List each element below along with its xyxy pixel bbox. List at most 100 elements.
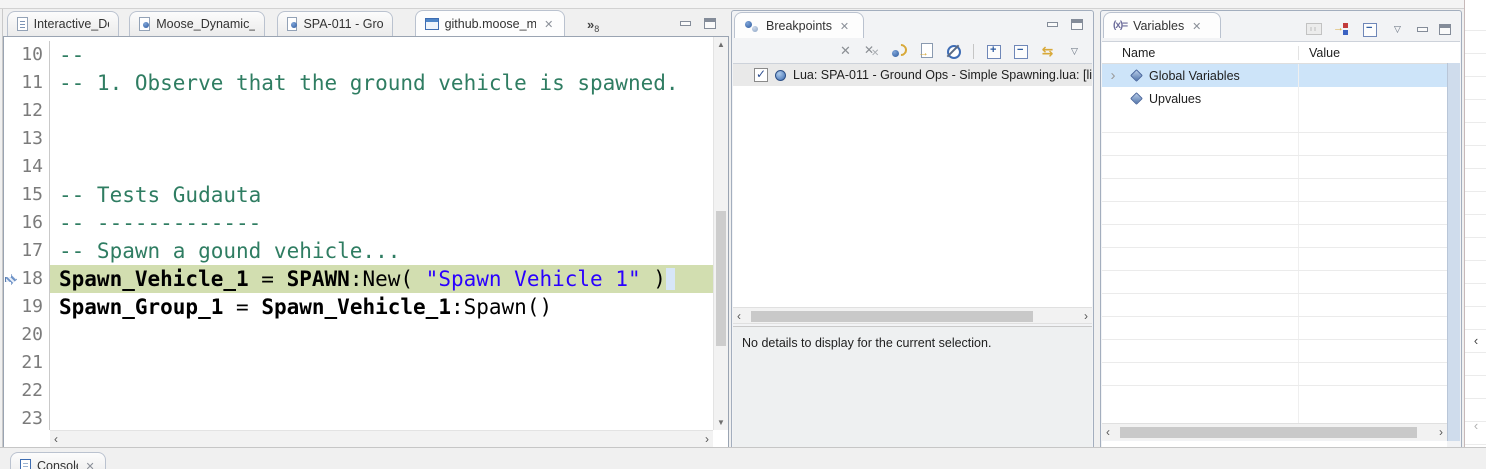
variables-header-row: Name Value bbox=[1102, 42, 1460, 64]
code-global: Spawn_Vehicle_1 bbox=[261, 295, 451, 319]
minimize-icon[interactable] bbox=[680, 21, 691, 26]
scrollbar-thumb[interactable] bbox=[1120, 427, 1417, 438]
scroll-down-icon[interactable] bbox=[714, 418, 728, 427]
link-with-debug-icon[interactable] bbox=[1039, 43, 1056, 59]
breakpoint-checkbox[interactable] bbox=[754, 68, 768, 82]
remove-breakpoint-icon[interactable] bbox=[837, 43, 854, 59]
view-menu-icon[interactable] bbox=[1066, 43, 1083, 59]
scroll-left-icon[interactable] bbox=[1468, 418, 1484, 438]
code-line[interactable]: Spawn_Group_1 = Spawn_Vehicle_1:Spawn() bbox=[50, 293, 713, 321]
scroll-left-icon[interactable] bbox=[1468, 333, 1484, 353]
code-line[interactable] bbox=[50, 153, 713, 181]
annotation-ruler-cell[interactable] bbox=[4, 293, 18, 321]
window-file-icon bbox=[425, 18, 439, 30]
annotation-ruler-cell[interactable] bbox=[4, 405, 18, 430]
code-row: 23 bbox=[4, 405, 713, 430]
scrollbar-thumb[interactable] bbox=[751, 311, 1033, 322]
variable-row-global-variables[interactable]: Global Variables bbox=[1102, 64, 1460, 87]
show-logical-structure-icon[interactable] bbox=[1333, 21, 1350, 37]
collapse-all-icon[interactable] bbox=[1361, 21, 1378, 37]
tab-label: github.moose_mi bbox=[445, 17, 537, 31]
show-type-names-icon[interactable] bbox=[1306, 23, 1322, 35]
breakpoints-tab[interactable]: Breakpoints bbox=[734, 12, 864, 38]
editor-vertical-scrollbar[interactable] bbox=[713, 37, 728, 430]
annotation-ruler-cell[interactable] bbox=[4, 349, 18, 377]
annotation-ruler-cell[interactable] bbox=[4, 321, 18, 349]
skip-all-breakpoints-icon[interactable] bbox=[945, 43, 962, 59]
console-icon bbox=[20, 459, 31, 469]
code-line[interactable]: -- 1. Observe that the ground vehicle is… bbox=[50, 69, 713, 97]
code-line[interactable]: -- Tests Gudauta bbox=[50, 181, 713, 209]
lua-file-icon bbox=[139, 17, 150, 31]
annotation-ruler-cell[interactable] bbox=[4, 69, 18, 97]
code-row: 10 -- bbox=[4, 41, 713, 69]
maximize-icon[interactable] bbox=[704, 18, 716, 29]
annotation-ruler-cell[interactable] bbox=[4, 265, 18, 293]
remove-all-breakpoints-icon[interactable] bbox=[864, 43, 881, 59]
breakpoints-tab-label: Breakpoints bbox=[766, 19, 832, 33]
go-to-file-icon[interactable] bbox=[918, 43, 935, 59]
expand-all-icon[interactable] bbox=[985, 43, 1002, 59]
annotation-ruler-cell[interactable] bbox=[4, 209, 18, 237]
maximize-icon[interactable] bbox=[1071, 19, 1083, 30]
scroll-left-icon[interactable] bbox=[737, 309, 741, 323]
annotation-ruler-cell[interactable] bbox=[4, 237, 18, 265]
column-header-value[interactable]: Value bbox=[1298, 46, 1460, 60]
close-icon[interactable] bbox=[1190, 19, 1203, 33]
editor-horizontal-scrollbar[interactable] bbox=[50, 430, 713, 447]
tab-interactive-deb[interactable]: Interactive_Deb bbox=[7, 11, 119, 36]
tab-spa-011[interactable]: SPA-011 - Groun bbox=[277, 11, 393, 36]
line-number: 18 bbox=[18, 265, 50, 293]
annotation-ruler-cell[interactable] bbox=[4, 153, 18, 181]
tab-github-moose[interactable]: github.moose_mi bbox=[415, 10, 565, 36]
scroll-right-icon[interactable] bbox=[705, 432, 709, 446]
annotation-ruler-cell[interactable] bbox=[4, 377, 18, 405]
show-supported-breakpoints-icon[interactable] bbox=[891, 43, 908, 59]
variables-tab[interactable]: (x)= Variables bbox=[1103, 12, 1221, 38]
annotation-ruler-cell[interactable] bbox=[4, 125, 18, 153]
variables-vertical-scrollbar[interactable] bbox=[1447, 63, 1460, 441]
close-icon[interactable] bbox=[542, 17, 555, 31]
annotation-ruler-cell[interactable] bbox=[4, 41, 18, 69]
collapse-all-icon[interactable] bbox=[1012, 43, 1029, 59]
annotation-ruler-cell[interactable] bbox=[4, 97, 18, 125]
code-line[interactable]: -- ------------- bbox=[50, 209, 713, 237]
code-line[interactable] bbox=[50, 405, 713, 430]
code-line[interactable] bbox=[50, 377, 713, 405]
code-line[interactable] bbox=[50, 97, 713, 125]
variables-horizontal-scrollbar[interactable] bbox=[1102, 423, 1447, 440]
minimize-icon[interactable] bbox=[1047, 22, 1058, 27]
scroll-right-icon[interactable] bbox=[1439, 425, 1443, 439]
column-header-name[interactable]: Name bbox=[1102, 46, 1298, 60]
code-line[interactable]: -- bbox=[50, 41, 713, 69]
close-icon[interactable] bbox=[84, 459, 96, 469]
tab-overflow-chevron[interactable]: 8 bbox=[587, 17, 599, 34]
code-line[interactable]: Spawn_Vehicle_1 = SPAWN:New( "Spawn Vehi… bbox=[50, 265, 713, 293]
view-menu-icon[interactable] bbox=[1389, 21, 1406, 37]
scroll-right-icon[interactable] bbox=[1084, 309, 1088, 323]
scroll-up-icon[interactable] bbox=[714, 40, 728, 49]
empty-rows-grid bbox=[1102, 110, 1447, 397]
scrollbar-thumb[interactable] bbox=[716, 211, 726, 346]
breakpoint-item[interactable]: Lua: SPA-011 - Ground Ops - Simple Spawn… bbox=[733, 64, 1092, 86]
code-row: 11 -- 1. Observe that the ground vehicle… bbox=[4, 69, 713, 97]
code-row: 20 bbox=[4, 321, 713, 349]
code-line[interactable] bbox=[50, 349, 713, 377]
code-line[interactable] bbox=[50, 125, 713, 153]
maximize-icon[interactable] bbox=[1439, 24, 1451, 35]
console-tab[interactable]: Console bbox=[10, 452, 106, 469]
variable-name: Upvalues bbox=[1149, 92, 1201, 106]
variable-name: Global Variables bbox=[1149, 69, 1240, 83]
scroll-left-icon[interactable] bbox=[54, 432, 58, 446]
code-row: 16 -- ------------- bbox=[4, 209, 713, 237]
code-line[interactable] bbox=[50, 321, 713, 349]
code-line[interactable]: -- Spawn a gound vehicle... bbox=[50, 237, 713, 265]
expand-chevron-icon[interactable] bbox=[1102, 64, 1124, 87]
tab-moose-dynamic[interactable]: Moose_Dynamic_L bbox=[129, 11, 265, 36]
minimize-icon[interactable] bbox=[1417, 27, 1428, 32]
breakpoints-horizontal-scrollbar[interactable] bbox=[733, 307, 1092, 324]
variable-row-upvalues[interactable]: Upvalues bbox=[1102, 87, 1460, 110]
close-icon[interactable] bbox=[838, 19, 851, 33]
annotation-ruler-cell[interactable] bbox=[4, 181, 18, 209]
scroll-left-icon[interactable] bbox=[1106, 425, 1110, 439]
